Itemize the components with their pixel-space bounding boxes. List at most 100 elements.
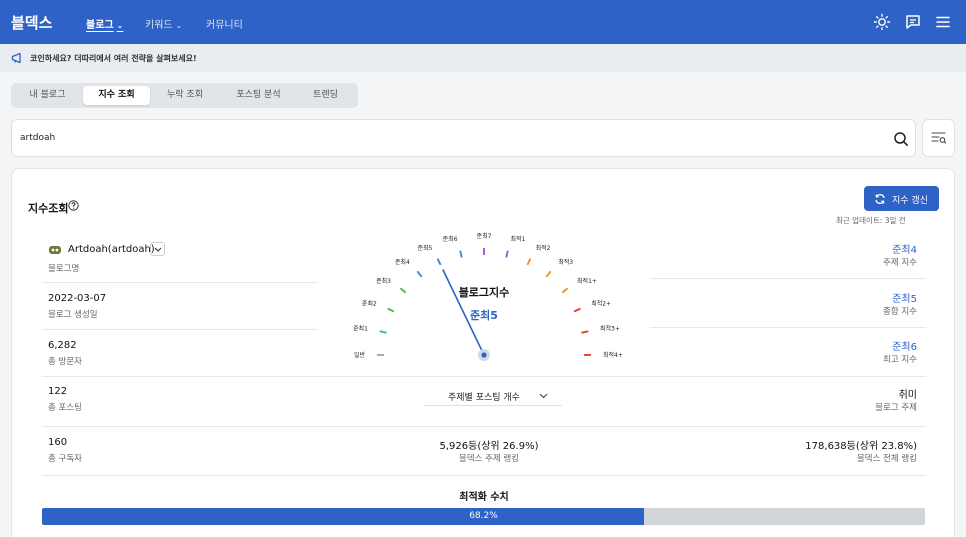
app-logo[interactable]: 블덱스 — [11, 12, 52, 33]
total-posts-label: 총 포스팅 — [48, 403, 82, 413]
refresh-icon — [875, 194, 885, 204]
tab-my-blog[interactable]: 내 블로그 — [17, 86, 78, 105]
divider — [42, 376, 926, 377]
gauge-tick-label: 준최6 — [443, 235, 458, 243]
blog-name-label: 블로그명 — [48, 264, 80, 274]
overall-index: 준최5 — [892, 294, 917, 305]
gauge-tick — [573, 307, 581, 313]
gauge-tick-label: 최적2+ — [591, 299, 611, 307]
divider — [650, 327, 926, 328]
search-filter-button[interactable] — [922, 119, 955, 157]
gauge-hub-dot — [481, 352, 487, 358]
total-visitors-label: 총 방문자 — [48, 357, 82, 367]
gauge-tick-label: 준최5 — [418, 244, 433, 252]
card-title: 지수조회 — [28, 202, 69, 215]
notice-bar[interactable]: 코인하세요? 더따리에서 여러 전략을 살펴보세요! — [0, 44, 966, 72]
gauge-tick-label: 최적3 — [558, 258, 573, 266]
topic-ranking: 5,926등(상위 26.9%) — [439, 441, 539, 452]
gauge-tick — [526, 258, 532, 266]
tab-trending[interactable]: 트렌딩 — [299, 86, 352, 105]
gauge-tick-label: 준최1 — [353, 325, 368, 333]
max-index-label: 최고 지수 — [883, 355, 917, 365]
tab-index-lookup[interactable]: 지수 조회 — [83, 86, 150, 105]
total-visitors: 6,282 — [48, 340, 77, 351]
blog-select-button[interactable] — [150, 242, 165, 256]
overall-ranking: 178,638등(상위 23.8%) — [805, 441, 917, 452]
gauge-tick-label: 최적1+ — [577, 277, 597, 285]
created-date: 2022-03-07 — [48, 293, 107, 304]
gauge-tick-label: 준최2 — [362, 299, 377, 307]
gauge-tick — [505, 250, 509, 258]
divider — [650, 278, 926, 279]
chevron-down-icon: ⌄ — [116, 21, 124, 30]
created-date-label: 블로그 생성일 — [48, 310, 98, 320]
blog-avatar — [49, 246, 61, 254]
topic-ranking-label: 블덱스 주제 랭킹 — [458, 454, 520, 464]
total-posts: 122 — [48, 386, 68, 397]
notice-text: 코인하세요? 더따리에서 여러 전략을 살펴보세요! — [30, 54, 197, 63]
search-value: artdoah — [20, 133, 56, 143]
gauge-tick — [561, 287, 569, 294]
refresh-label: 지수 갱신 — [892, 196, 928, 206]
chevron-down-icon — [154, 247, 162, 252]
help-icon[interactable] — [68, 200, 79, 211]
total-subscribers: 160 — [48, 437, 68, 448]
nav-community[interactable]: 커뮤니티 — [206, 16, 243, 31]
chat-icon[interactable] — [904, 13, 922, 31]
gauge-tick — [399, 287, 407, 294]
gauge-tick-label: 최적4+ — [603, 351, 623, 359]
search-input[interactable]: artdoah — [11, 119, 916, 157]
refresh-index-button[interactable]: 지수 갱신 — [864, 186, 939, 211]
gauge-tick-label: 최적3+ — [600, 325, 620, 333]
optimization-label: 최적화 수치 — [459, 492, 509, 503]
chevron-down-icon — [539, 393, 548, 399]
gauge-tick — [387, 307, 395, 313]
gauge-value: 준최5 — [470, 308, 498, 322]
blog-index-gauge: 일반 준최1 준최2 준최3 준최4 준최5 준최6 준최7 최적1 최적2 최적3 최적1+ 최적2+… — [353, 232, 623, 361]
topic-index-label: 주제 지수 — [883, 258, 917, 268]
gauge-tick — [436, 258, 442, 266]
megaphone-icon — [11, 52, 21, 64]
blog-topic-label: 블로그 주제 — [875, 403, 917, 413]
search-icon[interactable] — [893, 131, 909, 147]
last-updated: 최근 업데이트: 3일 전 — [836, 216, 906, 225]
gauge-tick-label: 준최3 — [376, 277, 391, 285]
gauge-title: 블로그지수 — [459, 285, 510, 299]
gauge-tick-label: 최적1 — [510, 235, 525, 243]
chevron-down-icon: ⌄ — [175, 21, 183, 30]
sun-icon[interactable] — [873, 13, 891, 31]
gauge-tick-label: 준최4 — [395, 258, 410, 266]
top-navbar: 블덱스 블로그 ⌄ 키워드 ⌄ 커뮤니티 — [0, 0, 966, 44]
nav-keyword-label: 키워드 — [145, 20, 173, 31]
divider — [42, 282, 318, 283]
gauge-tick — [581, 330, 589, 334]
topic-index: 준최4 — [892, 245, 917, 256]
topic-posting-dropdown[interactable]: 주제별 포스팅 개수 — [424, 386, 562, 406]
gauge-tick — [416, 270, 423, 278]
optimization-value: 68.2% — [469, 511, 498, 521]
tab-missing-lookup[interactable]: 누락 조회 — [154, 86, 216, 105]
menu-icon[interactable] — [934, 13, 952, 31]
total-subscribers-label: 총 구독자 — [48, 454, 82, 464]
divider — [42, 475, 926, 476]
nav-blog[interactable]: 블로그 ⌄ — [86, 16, 123, 31]
divider — [42, 426, 926, 427]
gauge-tick-label: 준최7 — [477, 232, 492, 240]
divider — [42, 329, 318, 330]
filter-search-icon — [931, 132, 947, 144]
blog-name: Artdoah(artdoah) — [68, 244, 155, 255]
tab-posting-analysis[interactable]: 포스팅 분석 — [222, 86, 295, 105]
nav-keyword[interactable]: 키워드 ⌄ — [145, 16, 182, 31]
blog-tabs: 내 블로그 지수 조회 누락 조회 포스팅 분석 트렌딩 — [11, 83, 358, 108]
gauge-tick — [379, 330, 387, 334]
nav-blog-label: 블로그 — [86, 20, 114, 31]
topic-posting-dropdown-label: 주제별 포스팅 개수 — [448, 393, 520, 403]
gauge-tick-label: 최적2 — [536, 244, 551, 252]
gauge-tick — [545, 270, 552, 278]
overall-ranking-label: 블덱스 전체 랭킹 — [856, 454, 917, 464]
gauge-tick-label: 일반 — [354, 351, 366, 359]
index-card: 지수조회 지수 갱신 최근 업데이트: 3일 전 Artdoah(artdoah… — [11, 168, 955, 537]
overall-index-label: 종합 지수 — [883, 307, 917, 317]
max-index: 준최6 — [892, 342, 917, 353]
optimization-progress: 68.2% — [42, 508, 925, 525]
